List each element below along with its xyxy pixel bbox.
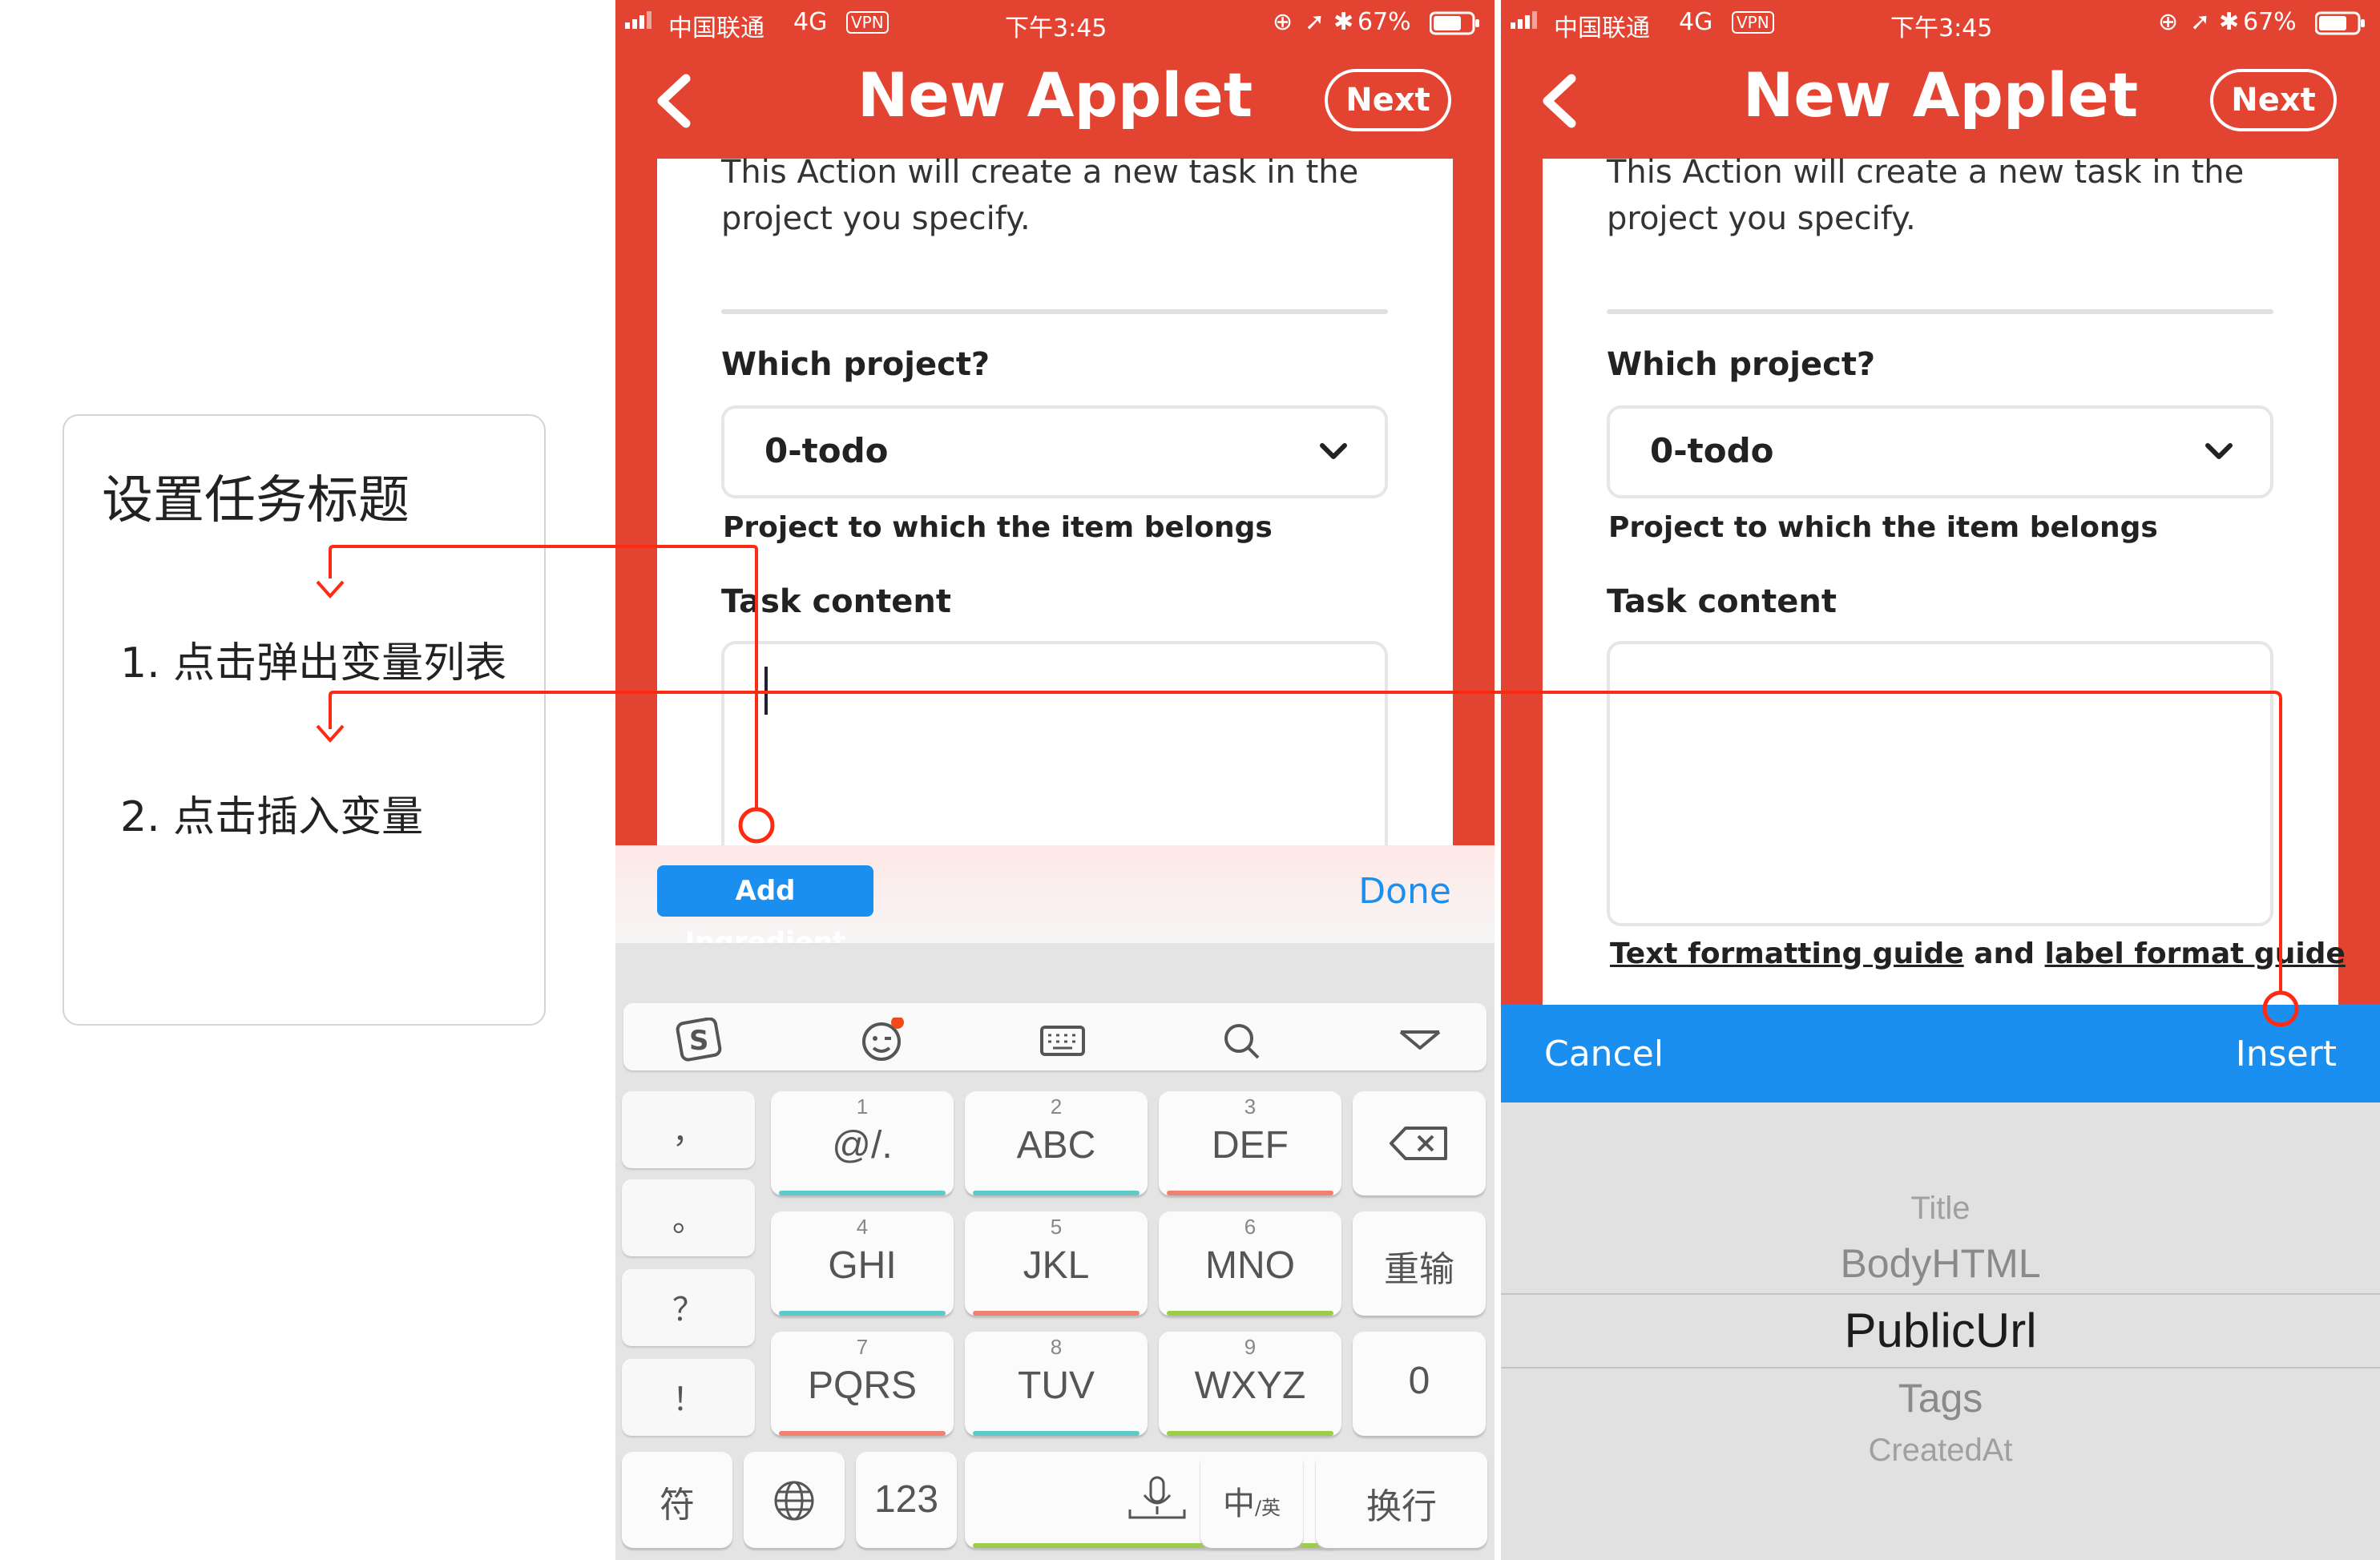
picker-item-selected[interactable]: PublicUrl — [1501, 1303, 2380, 1358]
label-format-guide-link[interactable]: label format guide — [2045, 937, 2346, 970]
svg-text:S: S — [689, 1025, 709, 1057]
vpn-badge: VPN — [846, 11, 889, 34]
picker-item[interactable]: CreatedAt — [1501, 1433, 2380, 1469]
clock-label: 下午3:45 — [1005, 14, 1107, 42]
microphone-icon — [1128, 1476, 1186, 1519]
orientation-lock-icon: ⊕ — [1273, 8, 1293, 36]
vpn-badge: VPN — [1732, 11, 1774, 34]
lang-switch-key[interactable]: 中/英 — [1200, 1452, 1303, 1548]
task-content-label: Task content — [721, 583, 951, 620]
picker-selection-top — [1501, 1293, 2380, 1295]
insert-button[interactable]: Insert — [2236, 1034, 2337, 1074]
battery-icon — [2314, 11, 2366, 42]
key-exclaim[interactable]: ！ — [622, 1359, 755, 1436]
nav-bar: New Applet Next — [1501, 45, 2380, 159]
signal-icon — [625, 8, 657, 38]
key-1[interactable]: 1 @/. — [771, 1091, 954, 1195]
picker-item[interactable]: Title — [1501, 1191, 2380, 1227]
clock-label: 下午3:45 — [1890, 14, 1993, 42]
carrier-label: 中国联通 — [1554, 14, 1650, 42]
next-button[interactable]: Next — [2210, 69, 2337, 131]
status-bar: 中国联通 4G VPN 下午3:45 ⊕ ➚ ✱ 67% — [1501, 0, 2380, 45]
backspace-icon — [1390, 1127, 1447, 1160]
location-icon: ➚ — [2190, 8, 2211, 36]
task-content-input[interactable] — [721, 641, 1388, 857]
keyboard-toolbar: S — [623, 1003, 1486, 1070]
key-7[interactable]: 7 PQRS — [771, 1332, 954, 1436]
key-9[interactable]: 9 WXYZ — [1159, 1332, 1341, 1436]
key-period[interactable]: 。 — [622, 1179, 755, 1256]
project-select-value: 0-todo — [1650, 431, 1774, 470]
retype-key[interactable]: 重输 — [1353, 1211, 1486, 1316]
key-5[interactable]: 5 JKL — [965, 1211, 1148, 1316]
globe-icon — [774, 1481, 814, 1521]
bluetooth-icon: ✱ — [2219, 8, 2240, 36]
orientation-lock-icon: ⊕ — [2158, 8, 2179, 36]
battery-percent: 67% — [2243, 8, 2297, 36]
picker-item[interactable]: BodyHTML — [1501, 1240, 2380, 1287]
annotation-title: 设置任务标题 — [102, 471, 409, 530]
emoji-icon[interactable] — [856, 1016, 912, 1061]
task-content-label: Task content — [1607, 583, 1837, 620]
battery-percent: 67% — [1357, 8, 1411, 36]
key-2[interactable]: 2 ABC — [965, 1091, 1148, 1195]
project-label: Which project? — [721, 346, 990, 383]
annotation-step-2: 2. 点击插入变量 — [120, 793, 424, 841]
nav-bar: New Applet Next — [615, 45, 1495, 159]
enter-key[interactable]: 换行 — [1316, 1452, 1487, 1548]
project-help-text: Project to which the item belongs — [723, 511, 1273, 544]
divider — [1607, 309, 2273, 314]
text-formatting-guide-link[interactable]: Text formatting guide — [1610, 937, 1964, 970]
done-button[interactable]: Done — [1358, 871, 1451, 912]
divider — [721, 309, 1388, 314]
bluetooth-icon: ✱ — [1333, 8, 1354, 36]
sogou-logo-icon[interactable]: S — [672, 1017, 728, 1062]
numbers-key[interactable]: 123 — [856, 1452, 957, 1548]
status-bar: 中国联通 4G VPN 下午3:45 ⊕ ➚ ✱ 67% — [615, 0, 1495, 45]
network-label: 4G — [1679, 8, 1713, 36]
location-icon: ➚ — [1305, 8, 1325, 36]
project-help-text: Project to which the item belongs — [1608, 511, 2158, 544]
search-icon[interactable] — [1215, 1018, 1271, 1059]
ingredient-bar: Add Ingredient Done — [615, 845, 1495, 958]
formatting-guide-links: Text formatting guide and label format g… — [1610, 937, 2346, 970]
picker-selection-bottom — [1501, 1367, 2380, 1369]
project-select[interactable]: 0-todo — [1607, 405, 2273, 498]
delete-key[interactable] — [1353, 1091, 1486, 1195]
task-content-input[interactable] — [1607, 641, 2273, 926]
keyboard-icon[interactable] — [1035, 1018, 1091, 1058]
formatting-and-text: and — [1974, 937, 2035, 970]
chevron-down-icon — [1317, 436, 1349, 468]
text-cursor — [764, 667, 768, 715]
network-label: 4G — [793, 8, 828, 36]
picker-item[interactable]: Tags — [1501, 1375, 2380, 1421]
action-description: This Action will create a new task in th… — [721, 154, 1359, 237]
project-select-value: 0-todo — [764, 431, 889, 470]
globe-key[interactable] — [744, 1452, 845, 1548]
insert-bar: Cancel Insert — [1501, 1005, 2380, 1102]
ingredient-picker[interactable]: Title BodyHTML PublicUrl Tags CreatedAt — [1501, 1102, 2380, 1560]
next-button[interactable]: Next — [1325, 69, 1451, 131]
add-ingredient-button[interactable]: Add Ingredient — [657, 865, 873, 958]
key-question[interactable]: ？ — [622, 1269, 755, 1346]
project-label: Which project? — [1607, 346, 1876, 383]
phone-left: 中国联通 4G VPN 下午3:45 ⊕ ➚ ✱ 67% New Applet … — [615, 0, 1495, 1560]
key-3[interactable]: 3 DEF — [1159, 1091, 1341, 1195]
chevron-down-icon — [2203, 436, 2235, 468]
key-comma[interactable]: ， — [622, 1091, 755, 1168]
cancel-button[interactable]: Cancel — [1544, 1034, 1664, 1074]
collapse-keyboard-icon[interactable] — [1393, 1018, 1449, 1058]
key-4[interactable]: 4 GHI — [771, 1211, 954, 1316]
annotation-step-1: 1. 点击弹出变量列表 — [120, 639, 507, 687]
action-description: This Action will create a new task in th… — [1607, 154, 2245, 237]
key-0[interactable]: 0 — [1353, 1332, 1486, 1436]
project-select[interactable]: 0-todo — [721, 405, 1388, 498]
phone-right: 中国联通 4G VPN 下午3:45 ⊕ ➚ ✱ 67% New Applet … — [1501, 0, 2380, 1560]
signal-icon — [1511, 8, 1543, 38]
key-6[interactable]: 6 MNO — [1159, 1211, 1341, 1316]
symbols-key[interactable]: 符 — [622, 1452, 732, 1548]
key-8[interactable]: 8 TUV — [965, 1332, 1148, 1436]
carrier-label: 中国联通 — [668, 14, 764, 42]
battery-icon — [1429, 11, 1481, 42]
